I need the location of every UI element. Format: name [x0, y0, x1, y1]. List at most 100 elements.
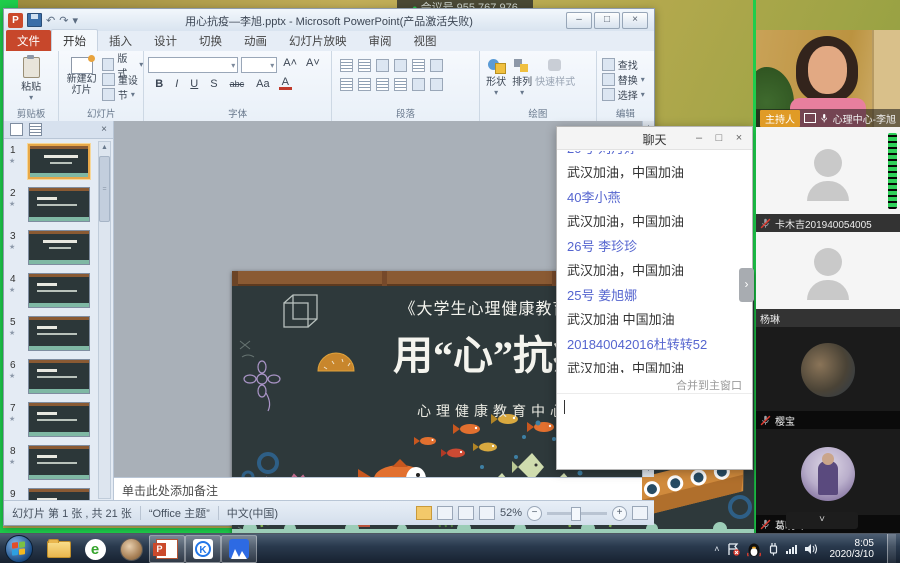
tab-insert[interactable]: 插入	[98, 30, 143, 51]
change-case-button[interactable]: Aa	[253, 78, 272, 90]
font-name-combo[interactable]: ▾	[148, 57, 238, 73]
numbering-icon[interactable]	[358, 59, 371, 72]
slides-tab-icon[interactable]	[10, 123, 23, 136]
zoom-level[interactable]: 52%	[500, 507, 522, 519]
chat-message-list[interactable]: 20号 刘丹婷 武汉加油，中国加油 40李小燕 武汉加油，中国加油 26号 李珍…	[567, 151, 744, 373]
outline-tab-icon[interactable]	[29, 123, 42, 136]
panel-expand-handle[interactable]: ›	[739, 268, 754, 302]
host-video-tile[interactable]: 主持人 心理中心-李旭	[756, 30, 900, 127]
participant-tile-1[interactable]: 卡木吉201940054005	[756, 127, 900, 232]
action-center-flag-icon[interactable]	[727, 543, 740, 556]
tab-view[interactable]: 视图	[403, 30, 448, 51]
slide-thumb-6[interactable]: 6★	[4, 356, 97, 399]
show-desktop-button[interactable]	[887, 534, 896, 563]
tab-review[interactable]: 审阅	[358, 30, 403, 51]
scrollbar-thumb[interactable]: =	[99, 156, 110, 222]
fit-to-window-icon[interactable]	[632, 506, 648, 520]
ppt-title-bar[interactable]: P ↶ ↷ ▾ 用心抗疫—李旭.pptx - Microsoft PowerPo…	[4, 9, 654, 32]
taskbar-photo-app[interactable]	[113, 535, 149, 563]
chat-input-area[interactable]	[557, 393, 752, 469]
slideshow-view-icon[interactable]	[479, 506, 495, 520]
tab-transitions[interactable]: 切换	[188, 30, 233, 51]
tab-home[interactable]: 开始	[51, 29, 98, 51]
reset-button[interactable]: 重设	[102, 72, 143, 87]
chat-close-button[interactable]: ×	[730, 131, 748, 145]
align-center-icon[interactable]	[358, 78, 371, 91]
panel-close-icon[interactable]: ×	[101, 124, 107, 135]
scroll-up-icon[interactable]: ▲	[99, 142, 110, 154]
line-spacing-icon[interactable]	[412, 59, 425, 72]
zoom-in-button[interactable]: +	[612, 506, 627, 521]
language-indicator[interactable]: 中文(中国)	[227, 505, 278, 521]
taskbar-explorer[interactable]	[41, 535, 77, 563]
maximize-button[interactable]: □	[594, 12, 620, 29]
thumbnail-panel-tabs: ×	[4, 121, 113, 139]
slide-thumb-9[interactable]: 9★	[4, 485, 97, 501]
slide-thumb-2[interactable]: 2★	[4, 184, 97, 227]
grow-font-button[interactable]: A˄	[280, 57, 300, 73]
tab-animations[interactable]: 动画	[233, 30, 278, 51]
thumbnail-scrollbar[interactable]: ▲ =	[98, 141, 111, 499]
paste-button[interactable]: 粘贴 ▾	[4, 57, 58, 102]
slide-thumb-3[interactable]: 3★	[4, 227, 97, 270]
justify-icon[interactable]	[394, 78, 407, 91]
slide-thumb-4[interactable]: 4★	[4, 270, 97, 313]
decrease-indent-icon[interactable]	[376, 59, 389, 72]
close-button[interactable]: ×	[622, 12, 648, 29]
underline-button[interactable]: U	[187, 78, 201, 90]
taskbar-clock[interactable]: 8:05 2020/3/10	[824, 538, 881, 560]
shadow-button[interactable]: S	[207, 78, 220, 90]
smartart-convert-icon[interactable]	[430, 78, 443, 91]
reading-view-icon[interactable]	[458, 506, 474, 520]
participant-tile-3[interactable]: 樱宝	[756, 327, 900, 429]
replace-button[interactable]: 替换▾	[602, 72, 654, 87]
chat-maximize-button[interactable]: □	[710, 131, 728, 145]
section-button[interactable]: 节▾	[102, 87, 143, 102]
slide-thumb-5[interactable]: 5★	[4, 313, 97, 356]
taskbar-browser[interactable]: e	[77, 535, 113, 563]
minimize-button[interactable]: –	[566, 12, 592, 29]
tray-expand-icon[interactable]: ˄	[714, 544, 719, 554]
zoom-out-button[interactable]: −	[527, 506, 542, 521]
tab-file[interactable]: 文件	[6, 30, 51, 51]
align-left-icon[interactable]	[340, 78, 353, 91]
collapse-panel-button[interactable]: ˅	[786, 512, 858, 529]
drawing-group: 形状▾ 排列▾ 快速样式 绘图	[480, 51, 597, 121]
power-plug-icon[interactable]	[768, 542, 779, 556]
participant-tile-2[interactable]: 杨琳	[756, 232, 900, 327]
shrink-font-button[interactable]: A˅	[303, 57, 323, 73]
align-right-icon[interactable]	[376, 78, 389, 91]
bold-button[interactable]: B	[152, 78, 166, 90]
find-button[interactable]: 查找	[602, 57, 654, 72]
tab-slideshow[interactable]: 幻灯片放映	[278, 30, 358, 51]
chat-minimize-button[interactable]: –	[690, 131, 708, 145]
columns-icon[interactable]	[412, 78, 425, 91]
select-button[interactable]: 选择▾	[602, 87, 654, 102]
bullets-icon[interactable]	[340, 59, 353, 72]
taskbar-k-app[interactable]: K	[185, 535, 221, 563]
start-button[interactable]	[5, 535, 33, 563]
taskbar-powerpoint[interactable]: P	[149, 535, 185, 563]
chat-title-bar[interactable]: 聊天 – □ ×	[557, 127, 752, 150]
zoom-slider[interactable]	[547, 512, 607, 515]
network-signal-icon[interactable]	[786, 545, 797, 554]
text-direction-icon[interactable]	[430, 59, 443, 72]
slide-thumb-7[interactable]: 7★	[4, 399, 97, 442]
tab-design[interactable]: 设计	[143, 30, 188, 51]
font-color-button[interactable]: A	[279, 77, 292, 90]
slide-thumb-8[interactable]: 8★	[4, 442, 97, 485]
normal-view-icon[interactable]	[416, 506, 432, 520]
notes-pane[interactable]: 单击此处添加备注	[114, 477, 642, 501]
taskbar-meeting-app[interactable]	[221, 535, 257, 563]
strikethrough-button[interactable]: abc	[227, 79, 248, 89]
slide-thumb-1[interactable]: 1★	[4, 141, 97, 184]
speaker-icon[interactable]	[804, 543, 817, 555]
zoom-slider-handle[interactable]	[571, 507, 581, 521]
italic-button[interactable]: I	[172, 78, 181, 90]
increase-indent-icon[interactable]	[394, 59, 407, 72]
font-size-combo[interactable]: ▾	[241, 57, 277, 73]
layout-button[interactable]: 版式▾	[102, 57, 143, 72]
merge-to-main-window-link[interactable]: 合并到主窗口	[676, 377, 742, 393]
qq-penguin-icon[interactable]	[747, 542, 761, 557]
slide-sorter-icon[interactable]	[437, 506, 453, 520]
